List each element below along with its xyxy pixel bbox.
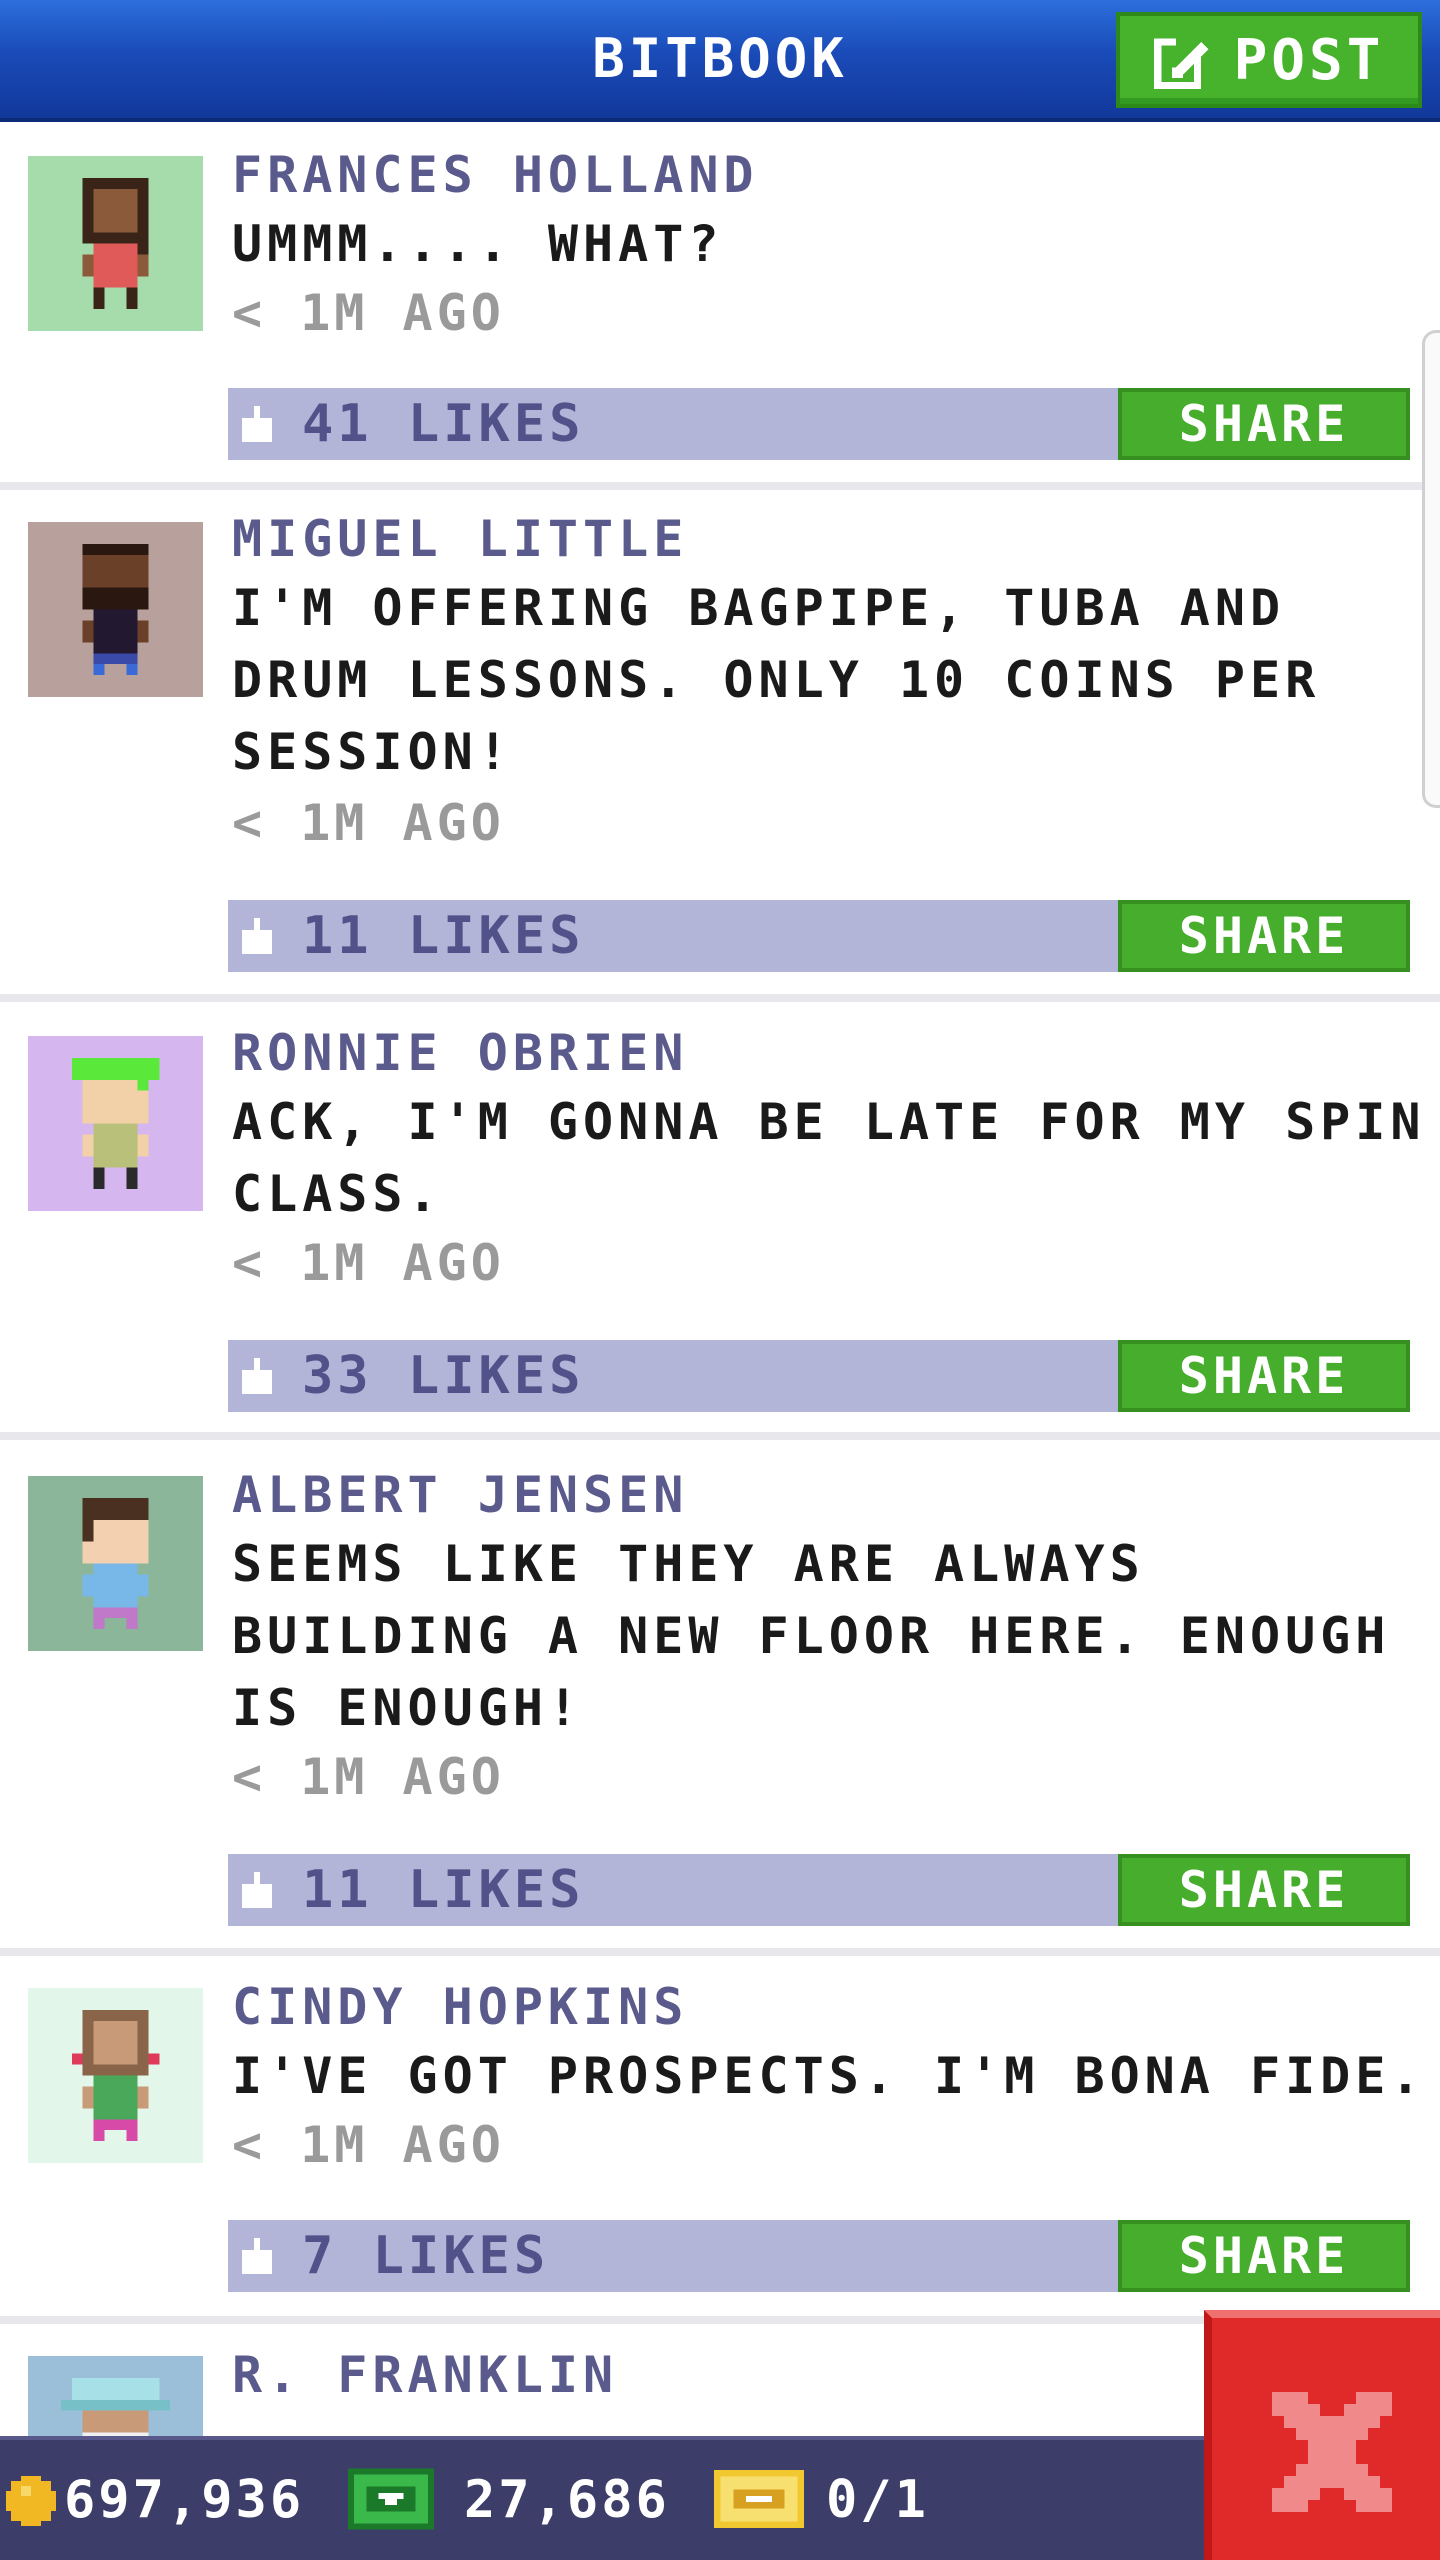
- thumbs-up-icon: [242, 1358, 272, 1394]
- app-header: BITBOOK POST: [0, 0, 1440, 122]
- close-button[interactable]: [1204, 2310, 1440, 2560]
- thumbs-up-icon: [242, 918, 272, 954]
- bux-icon: [348, 2468, 434, 2530]
- likes-bar: 11 LIKES SHARE: [228, 1854, 1410, 1926]
- post-message: SEEMS LIKE THEY ARE ALWAYS BUILDING A NE…: [232, 1535, 1391, 1737]
- bux-count: 27,686: [464, 2470, 670, 2530]
- post-divider: [0, 482, 1440, 490]
- post-time: < 1M AGO: [232, 1234, 505, 1292]
- coin-icon: [6, 2476, 56, 2526]
- avatar[interactable]: [28, 1988, 203, 2163]
- person-avatar-icon: [28, 156, 203, 331]
- close-icon: [1272, 2392, 1392, 2512]
- post-time: < 1M AGO: [232, 1748, 505, 1806]
- likes-bar: 33 LIKES SHARE: [228, 1340, 1410, 1412]
- likes-count: 11 LIKES: [302, 1860, 585, 1920]
- post-author[interactable]: CINDY HOPKINS: [232, 1978, 688, 2036]
- avatar[interactable]: [28, 1036, 203, 1211]
- scroll-indicator[interactable]: [1422, 330, 1440, 808]
- ticket-icon: [714, 2470, 804, 2528]
- avatar[interactable]: [28, 1476, 203, 1651]
- likes-count: 7 LIKES: [302, 2226, 550, 2286]
- post-button[interactable]: POST: [1116, 12, 1422, 108]
- post-divider: [0, 1432, 1440, 1440]
- post-author[interactable]: RONNIE OBRIEN: [232, 1024, 688, 1082]
- person-avatar-icon: [28, 1988, 203, 2163]
- share-button[interactable]: SHARE: [1118, 1340, 1410, 1412]
- post-author[interactable]: MIGUEL LITTLE: [232, 510, 688, 568]
- compose-icon: [1153, 34, 1208, 89]
- coin-count: 697,936: [64, 2470, 305, 2530]
- post-time: < 1M AGO: [232, 284, 505, 342]
- person-avatar-icon: [28, 522, 203, 697]
- share-button[interactable]: SHARE: [1118, 1854, 1410, 1926]
- thumbs-up-icon: [242, 2238, 272, 2274]
- post-message: I'VE GOT PROSPECTS. I'M BONA FIDE.: [232, 2047, 1426, 2105]
- likes-count: 11 LIKES: [302, 906, 585, 966]
- person-avatar-icon: [28, 1036, 203, 1211]
- avatar[interactable]: [28, 156, 203, 331]
- post-author[interactable]: FRANCES HOLLAND: [232, 146, 759, 204]
- post-message: UMMM.... WHAT?: [232, 215, 724, 273]
- thumbs-up-icon: [242, 406, 272, 442]
- post-time: < 1M AGO: [232, 2116, 505, 2174]
- likes-count: 41 LIKES: [302, 394, 585, 454]
- post-divider: [0, 1948, 1440, 1956]
- post-message: I'M OFFERING BAGPIPE, TUBA AND DRUM LESS…: [232, 579, 1321, 781]
- ticket-count: 0/1: [826, 2470, 929, 2530]
- likes-count: 33 LIKES: [302, 1346, 585, 1406]
- share-button[interactable]: SHARE: [1118, 900, 1410, 972]
- post-button-label: POST: [1233, 27, 1385, 93]
- post-message: ACK, I'M GONNA BE LATE FOR MY SPIN CLASS…: [232, 1093, 1426, 1223]
- post-time: < 1M AGO: [232, 794, 505, 852]
- likes-bar: 41 LIKES SHARE: [228, 388, 1410, 460]
- post-author[interactable]: R. FRANKLIN: [232, 2346, 618, 2404]
- likes-bar: 11 LIKES SHARE: [228, 900, 1410, 972]
- likes-bar: 7 LIKES SHARE: [228, 2220, 1410, 2292]
- person-avatar-icon: [28, 1476, 203, 1651]
- share-button[interactable]: SHARE: [1118, 2220, 1410, 2292]
- thumbs-up-icon: [242, 1872, 272, 1908]
- post-author[interactable]: ALBERT JENSEN: [232, 1466, 688, 1524]
- avatar[interactable]: [28, 522, 203, 697]
- post-divider: [0, 994, 1440, 1002]
- share-button[interactable]: SHARE: [1118, 388, 1410, 460]
